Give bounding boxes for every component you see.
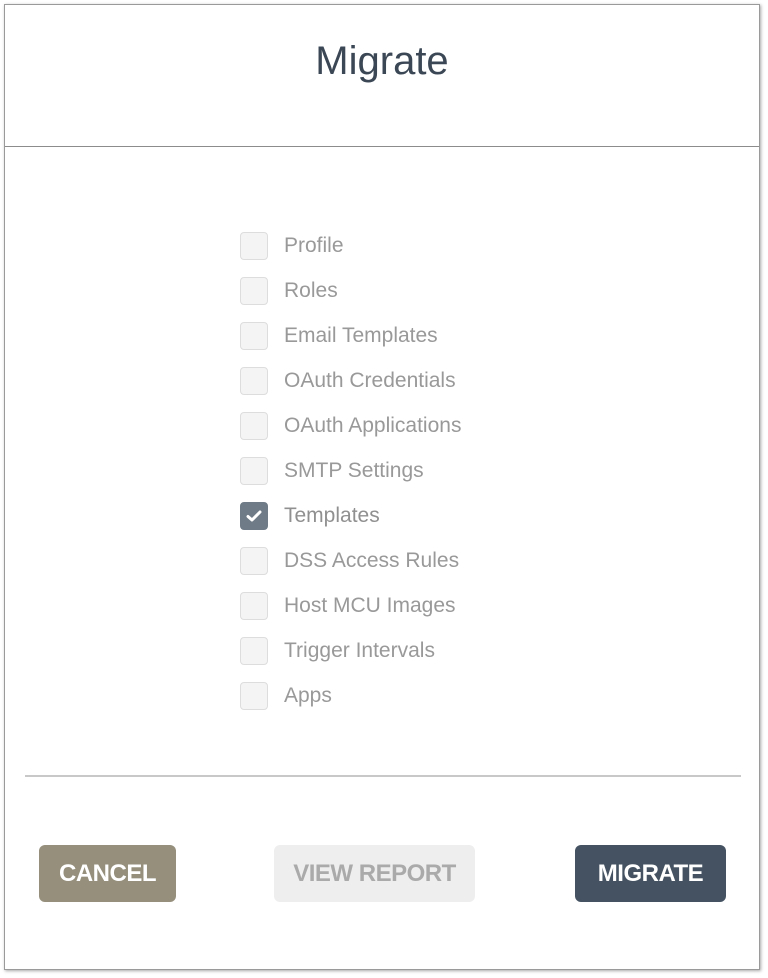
option-label: Profile bbox=[284, 233, 344, 257]
migrate-dialog: Migrate Profile Roles Email Templates OA… bbox=[4, 4, 760, 970]
option-oauth-applications[interactable]: OAuth Applications bbox=[240, 403, 640, 448]
checkbox[interactable] bbox=[240, 276, 268, 305]
option-roles[interactable]: Roles bbox=[240, 268, 640, 313]
option-label: OAuth Credentials bbox=[284, 368, 456, 392]
dialog-header: Migrate bbox=[5, 5, 759, 147]
option-label: Host MCU Images bbox=[284, 593, 456, 617]
option-dss-access-rules[interactable]: DSS Access Rules bbox=[240, 538, 640, 583]
checkbox[interactable] bbox=[240, 231, 268, 260]
option-templates[interactable]: Templates bbox=[240, 493, 640, 538]
option-label: Templates bbox=[284, 503, 380, 527]
option-email-templates[interactable]: Email Templates bbox=[240, 313, 640, 358]
option-label: Roles bbox=[284, 278, 338, 302]
checkbox[interactable] bbox=[240, 636, 268, 665]
checkbox[interactable] bbox=[240, 591, 268, 620]
option-label: DSS Access Rules bbox=[284, 548, 460, 572]
checkbox[interactable] bbox=[240, 366, 268, 395]
migrate-button[interactable]: MIGRATE bbox=[575, 845, 726, 902]
migrate-options-list: Profile Roles Email Templates OAuth Cred… bbox=[240, 223, 640, 718]
dialog-title: Migrate bbox=[315, 39, 449, 83]
checkbox-checked[interactable] bbox=[240, 501, 268, 530]
option-trigger-intervals[interactable]: Trigger Intervals bbox=[240, 628, 640, 673]
cancel-button[interactable]: CANCEL bbox=[39, 845, 176, 902]
option-label: Email Templates bbox=[284, 323, 438, 347]
option-host-mcu-images[interactable]: Host MCU Images bbox=[240, 583, 640, 628]
option-profile[interactable]: Profile bbox=[240, 223, 640, 268]
checkbox[interactable] bbox=[240, 411, 268, 440]
checkbox[interactable] bbox=[240, 456, 268, 485]
checkbox[interactable] bbox=[240, 681, 268, 710]
option-oauth-credentials[interactable]: OAuth Credentials bbox=[240, 358, 640, 403]
option-apps[interactable]: Apps bbox=[240, 673, 640, 718]
view-report-button[interactable]: VIEW REPORT bbox=[274, 845, 475, 902]
option-label: SMTP Settings bbox=[284, 458, 424, 482]
option-label: Apps bbox=[284, 683, 332, 707]
checkmark-icon bbox=[246, 510, 262, 521]
option-smtp-settings[interactable]: SMTP Settings bbox=[240, 448, 640, 493]
option-label: OAuth Applications bbox=[284, 413, 462, 437]
checkbox[interactable] bbox=[240, 321, 268, 350]
checkbox[interactable] bbox=[240, 546, 268, 575]
footer-divider bbox=[25, 775, 741, 777]
option-label: Trigger Intervals bbox=[284, 638, 435, 662]
